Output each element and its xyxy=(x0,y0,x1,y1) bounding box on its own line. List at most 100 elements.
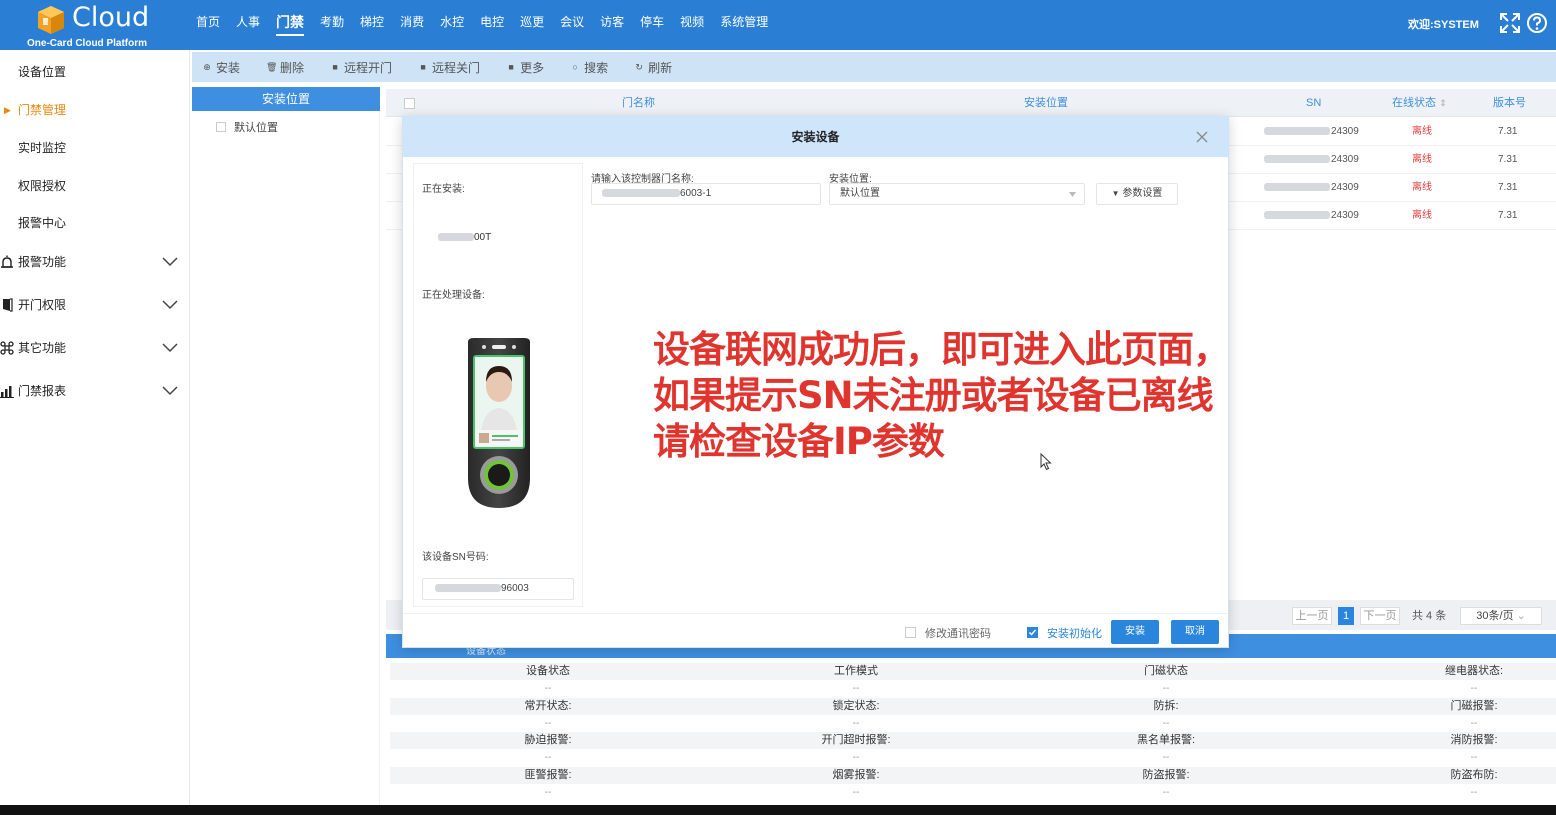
face-recognition-terminal-image xyxy=(468,338,530,508)
sort-icon[interactable]: ⇕ xyxy=(1439,98,1447,108)
page-size-value: 30条/页 xyxy=(1476,610,1514,622)
door-close-icon: ■ xyxy=(420,62,426,72)
sidebar-group-alarm-functions[interactable]: 报警功能 xyxy=(0,242,190,282)
close-icon[interactable] xyxy=(1195,130,1209,144)
nav-item[interactable]: 消费 xyxy=(392,0,432,50)
location-select[interactable]: 默认位置 xyxy=(829,183,1085,205)
status-value: -- xyxy=(852,717,860,729)
location-checkbox[interactable] xyxy=(216,122,226,132)
status-label: 常开状态: xyxy=(524,699,572,712)
sidebar-item-device-location[interactable]: 设备位置 xyxy=(0,53,190,91)
sidebar-item-label: 权限授权 xyxy=(18,179,67,193)
status-label-row: 常开状态: 锁定状态: 防拆: 门磁报警: xyxy=(390,697,1556,715)
online-status-cell: 离线 xyxy=(1412,210,1432,221)
sidebar-item-permission-grant[interactable]: 权限授权 xyxy=(0,167,190,205)
column-header-location[interactable]: 安装位置 xyxy=(1024,89,1068,117)
modify-password-label[interactable]: 修改通讯密码 xyxy=(925,625,991,641)
status-label: 黑名单报警: xyxy=(1136,734,1196,746)
sidebar-item-access-management[interactable]: ▶ 门禁管理 xyxy=(0,91,190,129)
install-progress-panel: 正在安装: 00T 正在处理设备: 该设备SN号码: 96003 xyxy=(413,163,583,607)
more-icon: ■ xyxy=(508,62,514,72)
install-confirm-button[interactable]: 安装 xyxy=(1111,620,1159,644)
version-cell: 7.31 xyxy=(1498,182,1518,193)
status-value-row: -- -- -- -- xyxy=(390,680,1556,697)
status-label: 胁迫报警: xyxy=(524,734,572,746)
nav-item[interactable]: 考勤 xyxy=(312,0,352,50)
status-value: -- xyxy=(1470,752,1478,763)
page-number-current[interactable]: 1 xyxy=(1338,607,1354,625)
redacted-text xyxy=(1264,127,1330,136)
nav-item[interactable]: 梯控 xyxy=(352,0,392,50)
sidebar-item-realtime-monitor[interactable]: 实时监控 xyxy=(0,129,190,167)
sidebar-group-other-functions[interactable]: 其它功能 xyxy=(0,328,190,368)
select-all-checkbox[interactable] xyxy=(404,98,415,109)
sidebar-group-access-reports[interactable]: 门禁报表 xyxy=(0,371,190,411)
delete-button[interactable]: 🗑 删除 xyxy=(266,59,304,76)
instruction-overlay-text: 设备联网成功后，即可进入此页面， 如果提示SN未注册或者设备已离线 请检查设备I… xyxy=(653,327,1233,465)
nav-item[interactable]: 访客 xyxy=(592,0,632,50)
page-size-select[interactable]: 30条/页 ⌄ xyxy=(1460,607,1542,625)
more-button-label: 更多 xyxy=(520,60,545,75)
sn-value-suffix: 96003 xyxy=(501,583,529,594)
column-header-sn[interactable]: SN xyxy=(1306,89,1321,117)
sidebar-group-label: 门禁报表 xyxy=(18,384,67,398)
online-status-cell: 离线 xyxy=(1412,182,1432,193)
chevron-down-icon[interactable] xyxy=(162,384,178,396)
column-header-online-status[interactable]: 在线状态 ⇕ xyxy=(1392,89,1447,117)
door-name-input[interactable]: 6003-1 xyxy=(591,183,821,205)
more-button[interactable]: ■ 更多 xyxy=(506,59,544,76)
prev-page-button[interactable]: 上一页 xyxy=(1292,607,1332,625)
cancel-button[interactable]: 取消 xyxy=(1171,620,1219,644)
column-header-version[interactable]: 版本号 xyxy=(1493,89,1526,117)
nav-item[interactable]: 人事 xyxy=(228,0,268,50)
redacted-text xyxy=(1264,155,1330,164)
next-page-button[interactable]: 下一页 xyxy=(1360,607,1400,625)
nav-item[interactable]: 门禁 xyxy=(268,0,312,50)
sidebar-item-label: 报警中心 xyxy=(18,216,67,230)
nav-item[interactable]: 首页 xyxy=(188,0,228,50)
remote-open-button[interactable]: ■ 远程开门 xyxy=(330,59,392,76)
sn-field[interactable]: 96003 xyxy=(422,578,574,600)
search-button[interactable]: ○ 搜索 xyxy=(570,59,608,76)
location-select-value: 默认位置 xyxy=(840,188,880,199)
chevron-down-icon[interactable] xyxy=(162,341,178,353)
nav-item[interactable]: 会议 xyxy=(552,0,592,50)
status-value: -- xyxy=(852,683,860,694)
sidebar-item-label: 设备位置 xyxy=(18,65,67,79)
status-value: -- xyxy=(1470,683,1478,694)
version-cell: 7.31 xyxy=(1498,154,1518,165)
install-init-label[interactable]: 安装初始化 xyxy=(1047,625,1102,641)
chevron-down-icon[interactable] xyxy=(162,255,178,267)
nav-item[interactable]: 系统管理 xyxy=(712,0,776,50)
redacted-text xyxy=(438,233,474,242)
param-settings-button[interactable]: ▼ 参数设置 xyxy=(1096,183,1178,205)
refresh-button[interactable]: ↻ 刷新 xyxy=(634,59,672,76)
nav-item[interactable]: 视频 xyxy=(672,0,712,50)
install-button[interactable]: ⊕ 安装 xyxy=(202,59,240,76)
app-logo[interactable]: Cloud One-Card Cloud Platform xyxy=(22,2,172,49)
help-icon[interactable] xyxy=(1526,12,1548,34)
door-open-icon: ■ xyxy=(332,62,338,72)
nav-item[interactable]: 水控 xyxy=(432,0,472,50)
chevron-down-icon[interactable] xyxy=(162,298,178,310)
chevron-down-icon: ⌄ xyxy=(1516,610,1526,622)
location-tree-panel: 安装位置 默认位置 xyxy=(192,87,380,805)
plus-circle-icon: ⊕ xyxy=(203,61,211,72)
nav-item[interactable]: 巡更 xyxy=(512,0,552,50)
status-label-row: 匪警报警: 烟雾报警: 防盗报警: 防盗布防: xyxy=(390,766,1556,784)
redacted-text xyxy=(435,584,501,593)
install-init-checkbox[interactable] xyxy=(1027,627,1038,638)
sidebar-group-door-permissions[interactable]: 开门权限 xyxy=(0,285,190,325)
fullscreen-icon[interactable] xyxy=(1499,12,1521,34)
nav-item[interactable]: 停车 xyxy=(632,0,672,50)
location-panel-header: 安装位置 xyxy=(192,87,380,111)
column-header-door-name[interactable]: 门名称 xyxy=(622,89,655,117)
nav-item[interactable]: 电控 xyxy=(472,0,512,50)
status-value: -- xyxy=(1162,683,1170,694)
sidebar-item-alarm-center[interactable]: 报警中心 xyxy=(0,204,190,242)
modify-password-checkbox[interactable] xyxy=(905,627,916,638)
remote-close-button[interactable]: ■ 远程关门 xyxy=(418,59,480,76)
location-tree-item-default[interactable]: 默认位置 xyxy=(216,119,278,135)
online-status-cell: 离线 xyxy=(1412,154,1432,165)
caret-right-icon: ▶ xyxy=(4,105,11,115)
